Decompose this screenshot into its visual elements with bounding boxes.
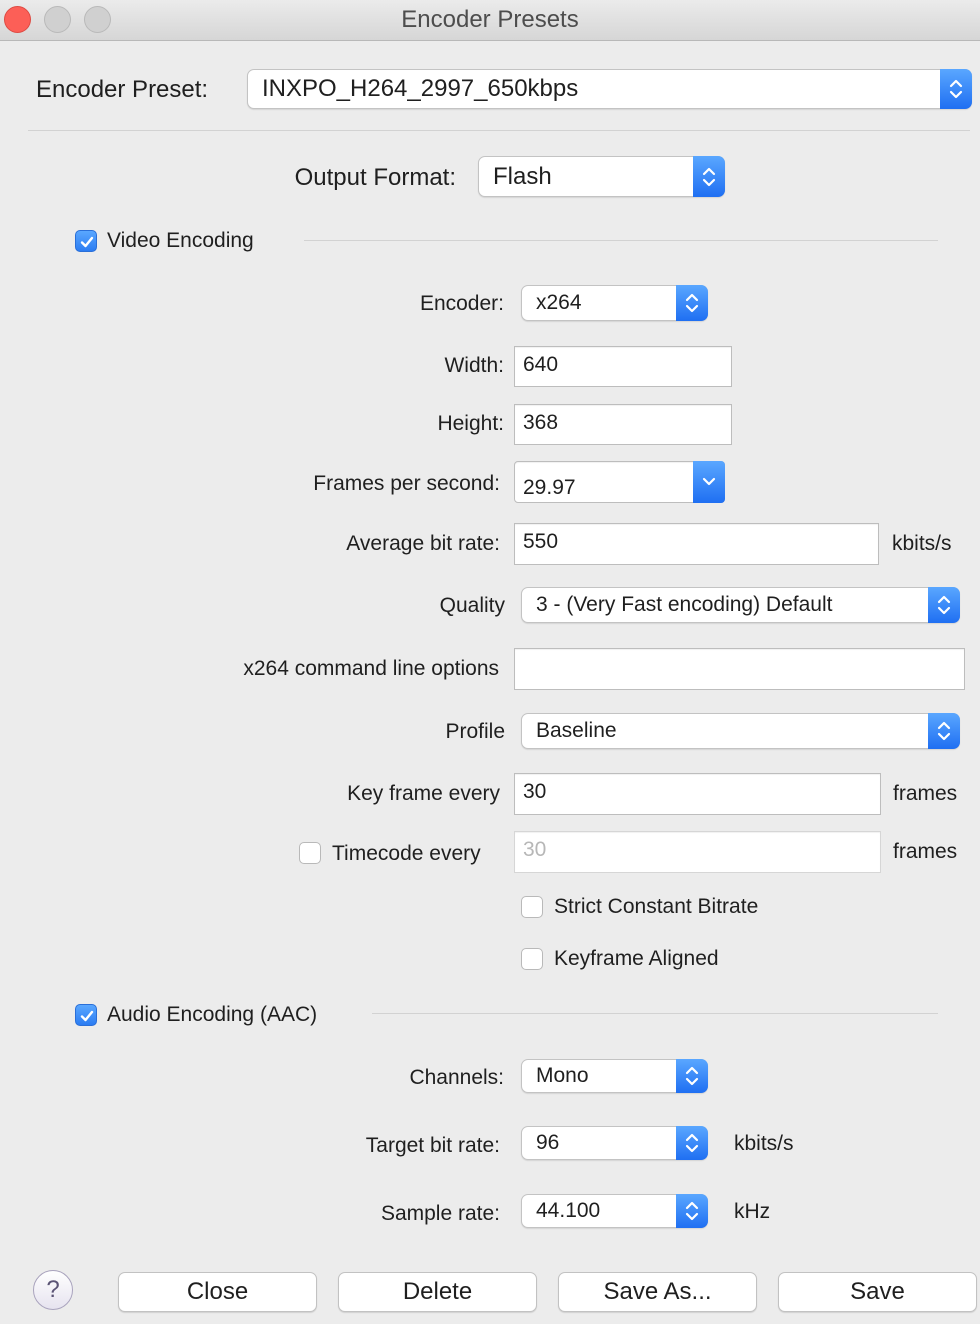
width-field[interactable]: 640: [514, 346, 732, 387]
timecode-label: Timecode every: [332, 842, 481, 865]
video-encoding-label: Video Encoding: [107, 229, 254, 252]
fps-combobox[interactable]: 29.97: [514, 461, 725, 503]
window-title: Encoder Presets: [401, 6, 579, 33]
avg-bitrate-label: Average bit rate:: [346, 532, 500, 555]
up-down-chevron-icon: [693, 156, 725, 197]
strict-cbr-checkbox[interactable]: [521, 896, 543, 918]
cmdline-field[interactable]: [514, 648, 965, 690]
up-down-chevron-icon: [940, 69, 972, 109]
height-value: 368: [523, 411, 559, 434]
cmdline-label: x264 command line options: [243, 657, 499, 680]
profile-select[interactable]: Baseline: [521, 713, 960, 749]
timecode-unit: frames: [893, 840, 958, 863]
encoder-value: x264: [536, 291, 582, 314]
help-button[interactable]: ?: [33, 1270, 73, 1310]
divider: [28, 130, 970, 131]
encoder-select[interactable]: x264: [521, 285, 708, 321]
keyframe-value: 30: [523, 780, 547, 803]
video-section-divider: [304, 240, 938, 241]
width-value: 640: [523, 353, 559, 376]
keyframe-unit: frames: [893, 782, 958, 805]
width-label: Width:: [444, 354, 504, 377]
sample-rate-label: Sample rate:: [380, 1202, 500, 1225]
encoder-preset-select[interactable]: INXPO_H264_2997_650kbps: [247, 69, 972, 109]
sample-rate-unit: kHz: [734, 1200, 771, 1223]
audio-section-divider: [372, 1013, 938, 1014]
checkmark-icon: [80, 236, 94, 248]
video-encoding-checkbox[interactable]: [75, 230, 97, 252]
sample-rate-select[interactable]: 44.100: [521, 1194, 708, 1228]
strict-cbr-label: Strict Constant Bitrate: [554, 895, 759, 918]
up-down-chevron-icon: [676, 285, 708, 321]
keyframe-field[interactable]: 30: [514, 773, 881, 815]
question-mark-icon: ?: [46, 1276, 60, 1303]
channels-label: Channels:: [409, 1066, 504, 1089]
timecode-value: 30: [523, 838, 547, 861]
audio-encoding-label: Audio Encoding (AAC): [107, 1003, 318, 1026]
profile-label: Profile: [445, 720, 505, 743]
profile-value: Baseline: [536, 719, 617, 742]
height-label: Height:: [437, 412, 504, 435]
channels-value: Mono: [536, 1064, 589, 1087]
avg-bitrate-field[interactable]: 550: [514, 523, 879, 565]
channels-select[interactable]: Mono: [521, 1059, 708, 1093]
avg-bitrate-unit: kbits/s: [892, 532, 952, 555]
output-format-value: Flash: [493, 163, 552, 190]
save-button[interactable]: Save: [778, 1272, 977, 1312]
quality-label: Quality: [439, 594, 505, 617]
audio-encoding-checkbox[interactable]: [75, 1004, 97, 1026]
timecode-checkbox[interactable]: [299, 842, 321, 864]
height-field[interactable]: 368: [514, 404, 732, 445]
output-format-select[interactable]: Flash: [478, 156, 725, 197]
save-as-button[interactable]: Save As...: [558, 1272, 757, 1312]
fps-value: 29.97: [523, 476, 576, 499]
quality-value: 3 - (Very Fast encoding) Default: [536, 593, 833, 616]
chevron-down-icon[interactable]: [693, 461, 725, 503]
keyframe-aligned-checkbox[interactable]: [521, 948, 543, 970]
close-button[interactable]: Close: [118, 1272, 317, 1312]
encoder-label: Encoder:: [419, 292, 504, 315]
timecode-field: 30: [514, 831, 881, 873]
up-down-chevron-icon: [928, 713, 960, 749]
delete-button[interactable]: Delete: [338, 1272, 537, 1312]
fps-label: Frames per second:: [313, 472, 500, 495]
keyframe-label: Key frame every: [347, 782, 500, 805]
up-down-chevron-icon: [676, 1126, 708, 1160]
output-format-label: Output Format:: [294, 164, 456, 191]
encoder-preset-value: INXPO_H264_2997_650kbps: [262, 75, 579, 102]
up-down-chevron-icon: [676, 1059, 708, 1093]
target-bitrate-unit: kbits/s: [734, 1132, 794, 1155]
target-bitrate-select[interactable]: 96: [521, 1126, 708, 1160]
target-bitrate-value: 96: [536, 1131, 560, 1154]
up-down-chevron-icon: [928, 587, 960, 623]
keyframe-aligned-label: Keyframe Aligned: [554, 947, 719, 970]
target-bitrate-label: Target bit rate:: [365, 1134, 500, 1157]
sample-rate-value: 44.100: [536, 1199, 601, 1222]
up-down-chevron-icon: [676, 1194, 708, 1228]
checkmark-icon: [80, 1010, 94, 1022]
avg-bitrate-value: 550: [523, 530, 559, 553]
encoder-preset-label: Encoder Preset:: [36, 76, 209, 103]
quality-select[interactable]: 3 - (Very Fast encoding) Default: [521, 587, 960, 623]
